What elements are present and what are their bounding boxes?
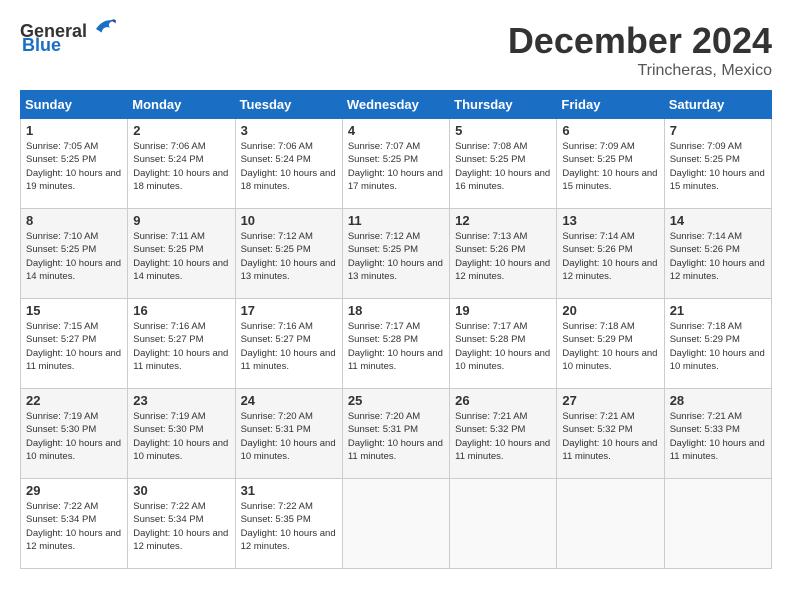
day-1: 1 Sunrise: 7:05 AMSunset: 5:25 PMDayligh… bbox=[21, 119, 128, 209]
logo: General Blue bbox=[20, 20, 117, 56]
empty-cell-4 bbox=[664, 479, 771, 569]
day-15: 15 Sunrise: 7:15 AMSunset: 5:27 PMDaylig… bbox=[21, 299, 128, 389]
header-thursday: Thursday bbox=[450, 91, 557, 119]
day-3: 3 Sunrise: 7:06 AMSunset: 5:24 PMDayligh… bbox=[235, 119, 342, 209]
day-18: 18 Sunrise: 7:17 AMSunset: 5:28 PMDaylig… bbox=[342, 299, 449, 389]
header-monday: Monday bbox=[128, 91, 235, 119]
empty-cell-1 bbox=[342, 479, 449, 569]
day-12: 12 Sunrise: 7:13 AMSunset: 5:26 PMDaylig… bbox=[450, 209, 557, 299]
day-11: 11 Sunrise: 7:12 AMSunset: 5:25 PMDaylig… bbox=[342, 209, 449, 299]
calendar-table: Sunday Monday Tuesday Wednesday Thursday… bbox=[20, 90, 772, 569]
title-section: December 2024 Trincheras, Mexico bbox=[508, 20, 772, 80]
empty-cell-2 bbox=[450, 479, 557, 569]
empty-cell-3 bbox=[557, 479, 664, 569]
day-17: 17 Sunrise: 7:16 AMSunset: 5:27 PMDaylig… bbox=[235, 299, 342, 389]
day-30: 30 Sunrise: 7:22 AMSunset: 5:34 PMDaylig… bbox=[128, 479, 235, 569]
week-row-3: 15 Sunrise: 7:15 AMSunset: 5:27 PMDaylig… bbox=[21, 299, 772, 389]
day-27: 27 Sunrise: 7:21 AMSunset: 5:32 PMDaylig… bbox=[557, 389, 664, 479]
weekday-header-row: Sunday Monday Tuesday Wednesday Thursday… bbox=[21, 91, 772, 119]
header-tuesday: Tuesday bbox=[235, 91, 342, 119]
week-row-1: 1 Sunrise: 7:05 AMSunset: 5:25 PMDayligh… bbox=[21, 119, 772, 209]
day-24: 24 Sunrise: 7:20 AMSunset: 5:31 PMDaylig… bbox=[235, 389, 342, 479]
day-20: 20 Sunrise: 7:18 AMSunset: 5:29 PMDaylig… bbox=[557, 299, 664, 389]
day-4: 4 Sunrise: 7:07 AMSunset: 5:25 PMDayligh… bbox=[342, 119, 449, 209]
header-saturday: Saturday bbox=[664, 91, 771, 119]
week-row-2: 8 Sunrise: 7:10 AMSunset: 5:25 PMDayligh… bbox=[21, 209, 772, 299]
week-row-4: 22 Sunrise: 7:19 AMSunset: 5:30 PMDaylig… bbox=[21, 389, 772, 479]
day-29: 29 Sunrise: 7:22 AMSunset: 5:34 PMDaylig… bbox=[21, 479, 128, 569]
month-title: December 2024 bbox=[508, 20, 772, 62]
day-22: 22 Sunrise: 7:19 AMSunset: 5:30 PMDaylig… bbox=[21, 389, 128, 479]
day-23: 23 Sunrise: 7:19 AMSunset: 5:30 PMDaylig… bbox=[128, 389, 235, 479]
header-wednesday: Wednesday bbox=[342, 91, 449, 119]
day-21: 21 Sunrise: 7:18 AMSunset: 5:29 PMDaylig… bbox=[664, 299, 771, 389]
page-header: General Blue December 2024 Trincheras, M… bbox=[20, 20, 772, 80]
day-7: 7 Sunrise: 7:09 AMSunset: 5:25 PMDayligh… bbox=[664, 119, 771, 209]
day-13: 13 Sunrise: 7:14 AMSunset: 5:26 PMDaylig… bbox=[557, 209, 664, 299]
day-26: 26 Sunrise: 7:21 AMSunset: 5:32 PMDaylig… bbox=[450, 389, 557, 479]
day-9: 9 Sunrise: 7:11 AMSunset: 5:25 PMDayligh… bbox=[128, 209, 235, 299]
day-25: 25 Sunrise: 7:20 AMSunset: 5:31 PMDaylig… bbox=[342, 389, 449, 479]
location-title: Trincheras, Mexico bbox=[508, 62, 772, 80]
day-31: 31 Sunrise: 7:22 AMSunset: 5:35 PMDaylig… bbox=[235, 479, 342, 569]
logo-blue-text: Blue bbox=[22, 35, 61, 56]
day-14: 14 Sunrise: 7:14 AMSunset: 5:26 PMDaylig… bbox=[664, 209, 771, 299]
day-16: 16 Sunrise: 7:16 AMSunset: 5:27 PMDaylig… bbox=[128, 299, 235, 389]
day-6: 6 Sunrise: 7:09 AMSunset: 5:25 PMDayligh… bbox=[557, 119, 664, 209]
day-19: 19 Sunrise: 7:17 AMSunset: 5:28 PMDaylig… bbox=[450, 299, 557, 389]
header-sunday: Sunday bbox=[21, 91, 128, 119]
day-28: 28 Sunrise: 7:21 AMSunset: 5:33 PMDaylig… bbox=[664, 389, 771, 479]
day-5: 5 Sunrise: 7:08 AMSunset: 5:25 PMDayligh… bbox=[450, 119, 557, 209]
week-row-5: 29 Sunrise: 7:22 AMSunset: 5:34 PMDaylig… bbox=[21, 479, 772, 569]
day-10: 10 Sunrise: 7:12 AMSunset: 5:25 PMDaylig… bbox=[235, 209, 342, 299]
day-8: 8 Sunrise: 7:10 AMSunset: 5:25 PMDayligh… bbox=[21, 209, 128, 299]
logo-bird-icon bbox=[89, 15, 117, 43]
day-2: 2 Sunrise: 7:06 AMSunset: 5:24 PMDayligh… bbox=[128, 119, 235, 209]
header-friday: Friday bbox=[557, 91, 664, 119]
